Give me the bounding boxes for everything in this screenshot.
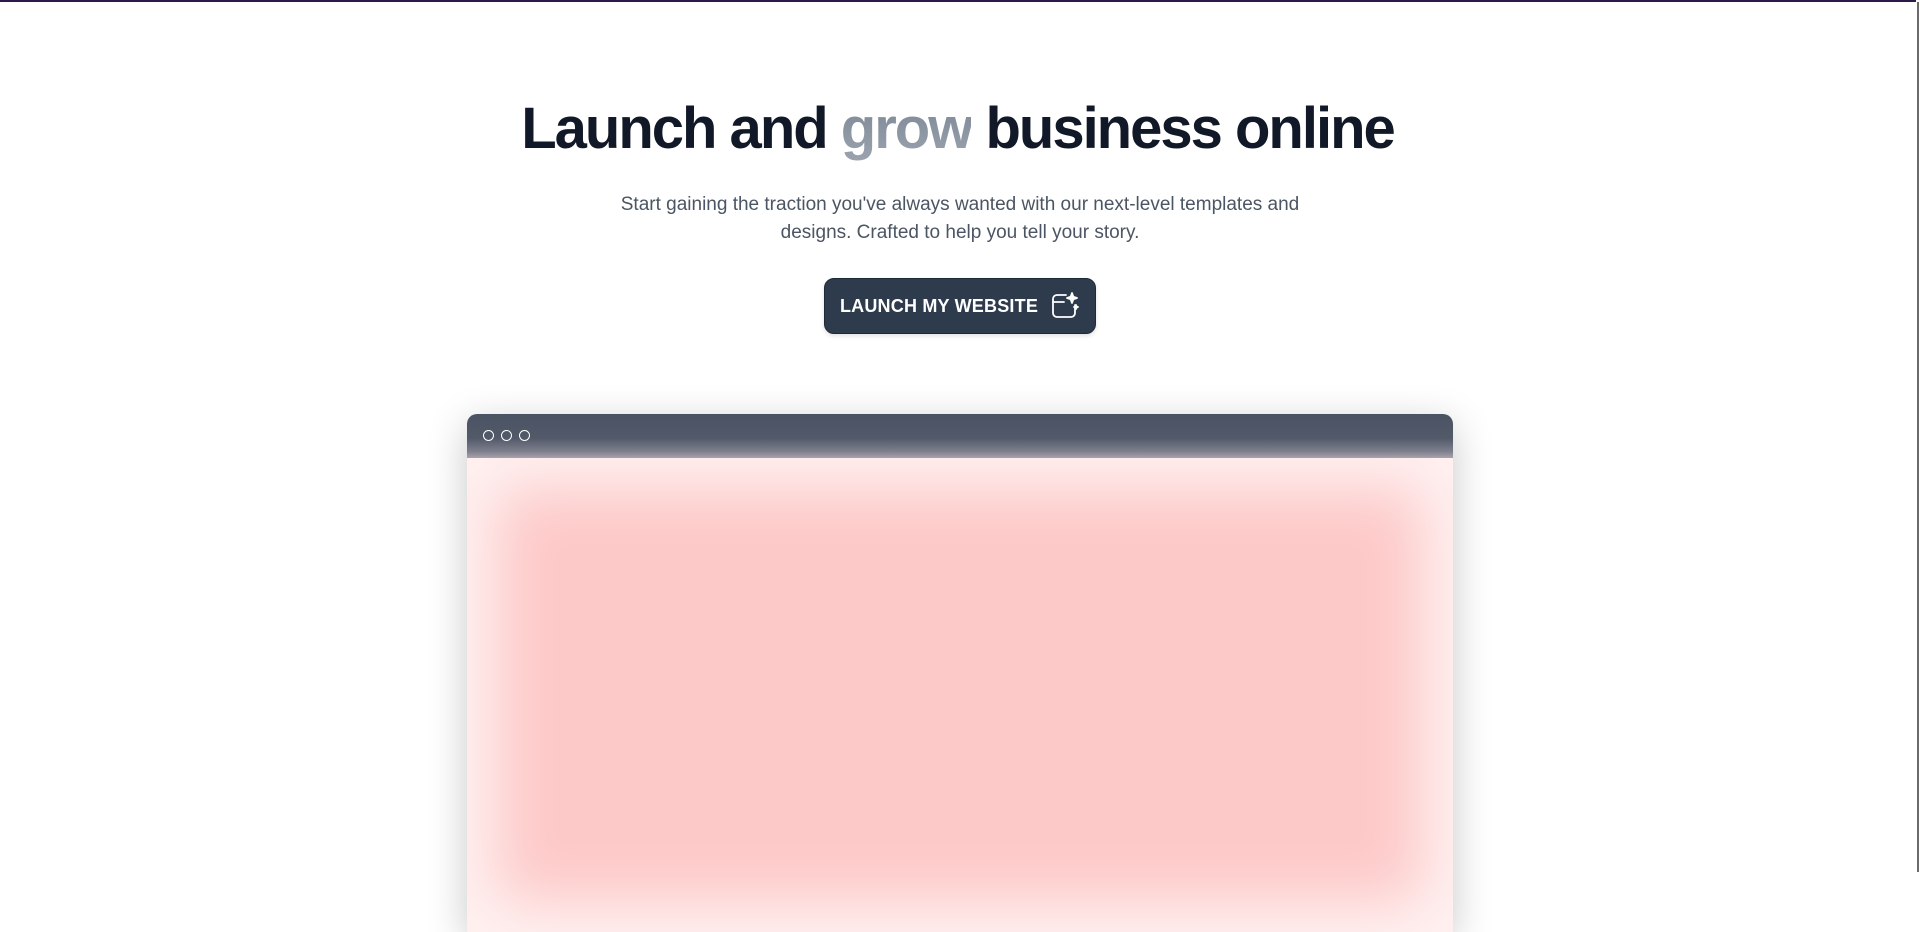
headline-text-end: business online (971, 96, 1395, 161)
hero-headline: Launch and grow business online (0, 94, 1915, 164)
window-control-dot (501, 430, 512, 441)
hero-subtitle: Start gaining the traction you've always… (620, 194, 1300, 243)
headline-accent-word: grow (840, 96, 974, 161)
window-control-dot (519, 430, 530, 441)
launch-website-button[interactable]: LAUNCH MY WEBSITE (824, 278, 1096, 334)
sparkle-window-icon (1050, 291, 1080, 321)
launch-website-button-label: LAUNCH MY WEBSITE (839, 295, 1039, 316)
top-accent-bar (0, 0, 1920, 2)
scrollbar-thumb[interactable] (1917, 2, 1919, 872)
browser-title-bar (467, 414, 1453, 458)
window-control-dot (483, 430, 494, 441)
page-scrollbar[interactable] (1916, 0, 1920, 932)
browser-preview-content (467, 458, 1453, 932)
headline-text-start: Launch and (521, 96, 841, 161)
preview-browser-window (467, 414, 1453, 932)
